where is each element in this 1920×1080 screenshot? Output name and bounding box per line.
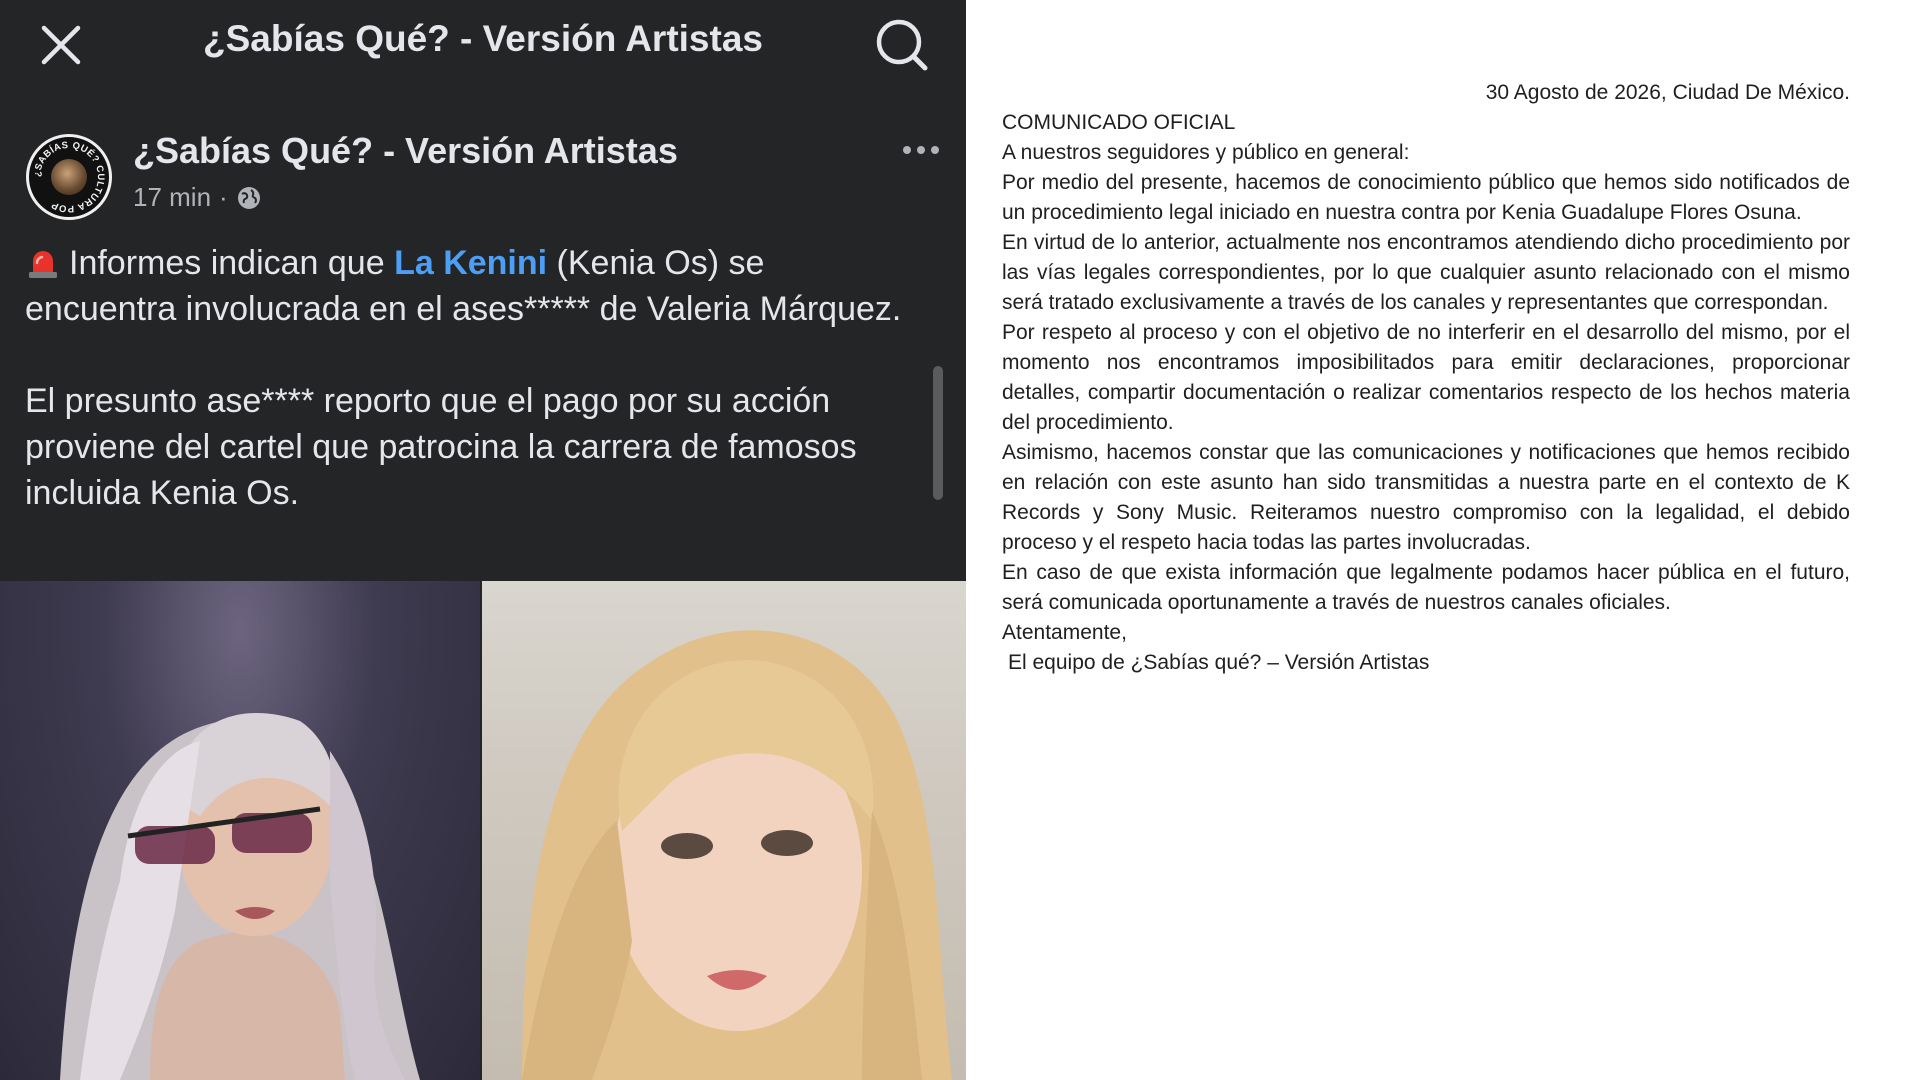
portrait-right xyxy=(522,630,952,1080)
statement-date: 30 Agosto de 2026, Ciudad De México. xyxy=(1485,81,1850,104)
post-meta: 17 min · xyxy=(133,182,262,213)
meta-separator: · xyxy=(219,182,228,212)
more-icon xyxy=(903,146,911,154)
close-button[interactable] xyxy=(36,20,86,70)
post-time[interactable]: 17 min xyxy=(133,182,211,213)
post-text-intro: Informes indican que xyxy=(69,244,395,282)
post-header: ¿SABÍAS QUÉ? CULTURA POP ¿Sabías Qué? - … xyxy=(0,120,966,230)
top-bar: ¿Sabías Qué? - Versión Artistas xyxy=(0,0,966,88)
post-photo-left[interactable] xyxy=(0,581,480,1080)
post-paragraph-1: Informes indican que La Kenini (Kenia Os… xyxy=(25,240,925,332)
statement-heading: COMUNICADO OFICIAL xyxy=(1002,111,1236,134)
statement-paragraph: Por medio del presente, hacemos de conoc… xyxy=(1002,171,1850,224)
statement-paragraph: Por respeto al proceso y con el objetivo… xyxy=(1002,321,1850,434)
globe-icon xyxy=(237,186,260,209)
official-statement-document: 30 Agosto de 2026, Ciudad De México. COM… xyxy=(1002,78,1850,678)
scrollbar-thumb[interactable] xyxy=(933,366,943,500)
statement-paragraph: Asimismo, hacemos constar que las comuni… xyxy=(1002,441,1850,554)
post-body: Informes indican que La Kenini (Kenia Os… xyxy=(25,240,925,516)
post-viewer-panel: ¿Sabías Qué? - Versión Artistas ¿SABÍAS … xyxy=(0,0,966,1080)
siren-icon xyxy=(29,251,57,278)
page-avatar[interactable]: ¿SABÍAS QUÉ? CULTURA POP xyxy=(26,134,112,220)
mention-link[interactable]: La Kenini xyxy=(394,244,547,282)
page-name[interactable]: ¿Sabías Qué? - Versión Artistas xyxy=(133,130,678,172)
search-icon xyxy=(876,19,928,71)
search-button[interactable] xyxy=(872,16,930,74)
more-options-button[interactable] xyxy=(898,138,944,162)
post-photo-right[interactable] xyxy=(482,581,966,1080)
portrait-left xyxy=(60,712,420,1080)
statement-closing: Atentamente, xyxy=(1002,621,1127,644)
close-icon xyxy=(41,25,81,65)
avatar-center-image xyxy=(51,159,87,195)
statement-paragraph: En virtud de lo anterior, actualmente no… xyxy=(1002,231,1850,314)
statement-greeting: A nuestros seguidores y público en gener… xyxy=(1002,141,1410,164)
topbar-title: ¿Sabías Qué? - Versión Artistas xyxy=(203,18,763,59)
statement-paragraph: En caso de que exista información que le… xyxy=(1002,561,1850,614)
post-paragraph-2: El presunto ase**** reporto que el pago … xyxy=(25,382,857,512)
statement-signature: El equipo de ¿Sabías qué? – Versión Arti… xyxy=(1008,651,1430,674)
